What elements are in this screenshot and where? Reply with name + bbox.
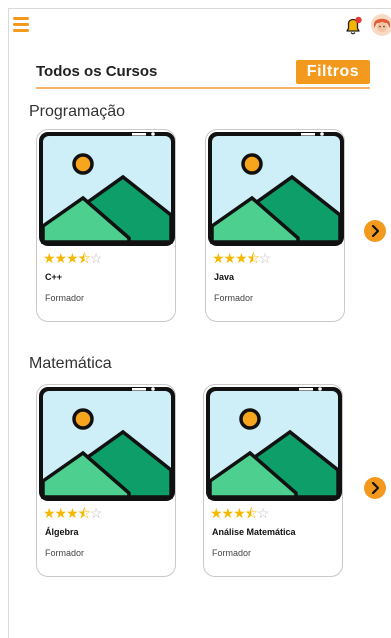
course-name: Java — [214, 272, 235, 282]
course-card[interactable]: ★★★⯪☆ Análise Matemática Formador — [203, 384, 343, 577]
rating-stars: ★★★⯪☆ — [43, 505, 102, 521]
course-card[interactable]: ★★★⯪☆ Álgebra Formador — [36, 384, 176, 577]
course-name: Análise Matemática — [212, 527, 296, 537]
image-placeholder-icon — [208, 132, 344, 246]
course-role: Formador — [214, 293, 254, 303]
page-title: Todos os Cursos — [36, 63, 158, 80]
course-role: Formador — [45, 293, 85, 303]
title-divider — [36, 87, 370, 89]
rating-stars: ★★★⯪☆ — [43, 250, 102, 266]
filters-button[interactable]: Filtros — [296, 60, 370, 84]
image-placeholder-icon — [39, 387, 175, 501]
course-role: Formador — [45, 548, 85, 558]
course-name: C++ — [45, 272, 63, 282]
chevron-right-icon — [371, 481, 380, 495]
rating-stars: ★★★⯪☆ — [210, 505, 269, 521]
course-card[interactable]: ★★★⯪☆ C++ Formador — [36, 129, 176, 322]
image-placeholder-icon — [39, 132, 175, 246]
next-arrow-button[interactable] — [364, 477, 386, 499]
bell-icon[interactable] — [342, 15, 364, 37]
chevron-right-icon — [371, 224, 380, 238]
user-avatar-icon[interactable] — [371, 14, 391, 36]
course-card[interactable]: ★★★⯪☆ Java Formador — [205, 129, 345, 322]
image-placeholder-icon — [206, 387, 342, 501]
rating-stars: ★★★⯪☆ — [212, 250, 271, 266]
course-name: Álgebra — [45, 527, 79, 537]
hamburger-menu-icon[interactable] — [13, 17, 29, 33]
course-role: Formador — [212, 548, 252, 558]
category-label-matematica: Matemática — [29, 355, 112, 372]
page-title-row: Todos os Cursos Filtros — [36, 60, 370, 90]
next-arrow-button[interactable] — [364, 220, 386, 242]
category-label-programacao: Programação — [29, 103, 126, 120]
